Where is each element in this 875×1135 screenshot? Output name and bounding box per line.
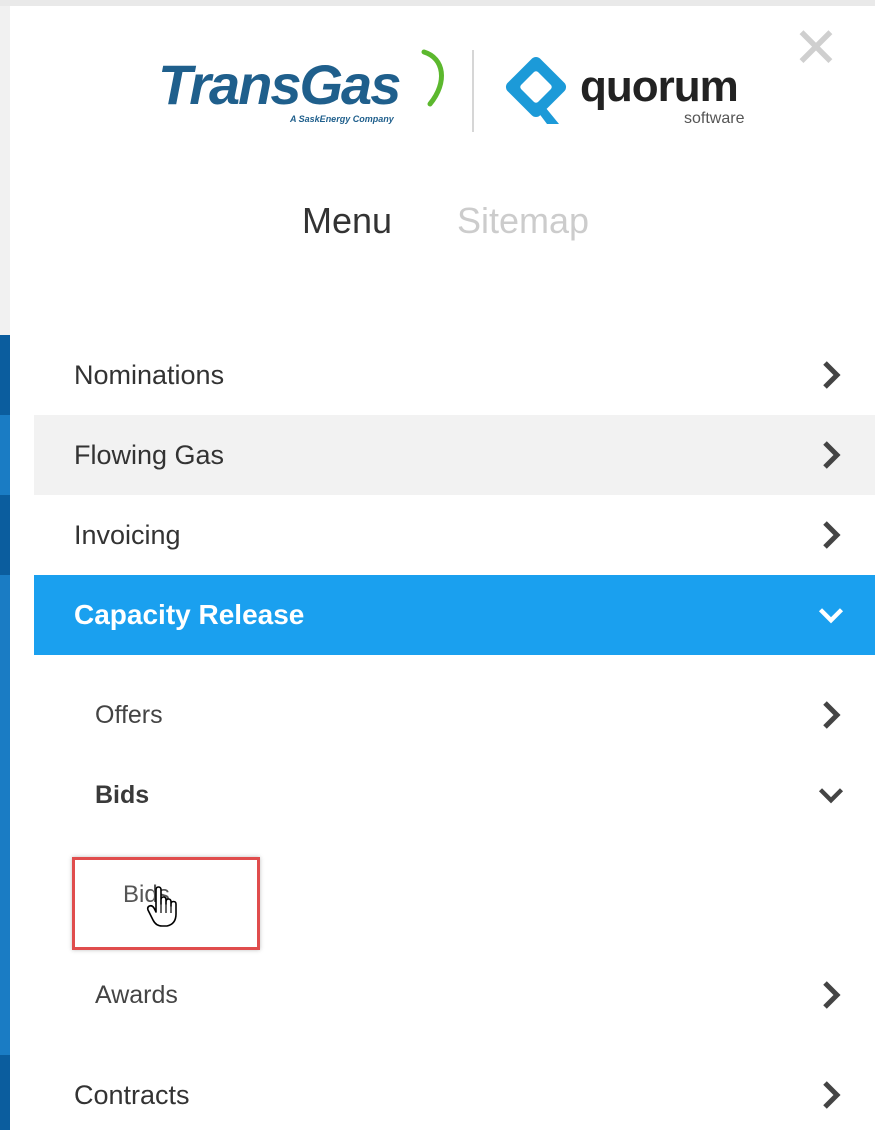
close-button[interactable]: ✕ xyxy=(790,16,842,79)
submenu-item-bids[interactable]: Bids xyxy=(34,755,875,835)
submenu-item-label: Offers xyxy=(95,700,163,729)
chevron-right-icon xyxy=(823,981,841,1009)
menu-item-label: Nominations xyxy=(74,359,225,390)
close-icon: ✕ xyxy=(792,16,840,79)
submenu-item-offers[interactable]: Offers xyxy=(34,675,875,755)
submenu-item-awards[interactable]: Awards xyxy=(34,955,875,1035)
strip-segment-flowing-gas xyxy=(0,415,10,495)
top-border xyxy=(0,0,875,6)
quorum-logo-subtext: software xyxy=(684,110,745,127)
menu-item-label: Flowing Gas xyxy=(74,439,225,470)
strip-segment-contracts xyxy=(0,1055,10,1130)
submenu-item-label: Bids xyxy=(95,780,150,809)
chevron-right-icon xyxy=(823,521,841,549)
chevron-right-icon xyxy=(823,361,841,389)
menu-item-capacity-release[interactable]: Capacity Release xyxy=(34,575,875,655)
transgas-tagline: A SaskEnergy Company xyxy=(290,114,394,124)
chevron-right-icon xyxy=(823,1081,841,1109)
hand-cursor-icon xyxy=(146,886,177,927)
menu-item-label: Contracts xyxy=(74,1079,190,1110)
transgas-swoosh-icon xyxy=(421,49,444,107)
tab-sitemap[interactable]: Sitemap xyxy=(457,200,589,242)
logo-area: TransGas A SaskEnergy Company quorum sof… xyxy=(152,40,752,140)
quorum-logo-icon xyxy=(505,56,567,124)
strip-segment-capacity-release xyxy=(0,575,10,1055)
menu-item-contracts[interactable]: Contracts xyxy=(34,1055,875,1135)
strip-segment-invoicing xyxy=(0,495,10,575)
menu-item-flowing-gas[interactable]: Flowing Gas xyxy=(34,415,875,495)
chevron-right-icon xyxy=(823,441,841,469)
menu-item-invoicing[interactable]: Invoicing xyxy=(34,495,875,575)
chevron-down-icon xyxy=(818,788,844,804)
left-gutter xyxy=(0,6,10,335)
strip-segment-nominations xyxy=(0,335,10,415)
tab-menu[interactable]: Menu xyxy=(302,200,392,242)
chevron-right-icon xyxy=(823,701,841,729)
menu-tabs: Menu Sitemap xyxy=(0,200,875,260)
quorum-logo-text: quorum xyxy=(580,62,739,111)
menu-item-nominations[interactable]: Nominations xyxy=(34,335,875,415)
menu-item-label: Invoicing xyxy=(74,519,181,550)
transgas-logo-text: TransGas xyxy=(158,53,401,116)
left-accent-strip xyxy=(0,335,34,1130)
menu-item-label: Capacity Release xyxy=(74,599,305,630)
submenu-item-label: Awards xyxy=(95,980,178,1009)
logo-divider xyxy=(472,50,474,132)
chevron-down-icon xyxy=(818,608,844,624)
